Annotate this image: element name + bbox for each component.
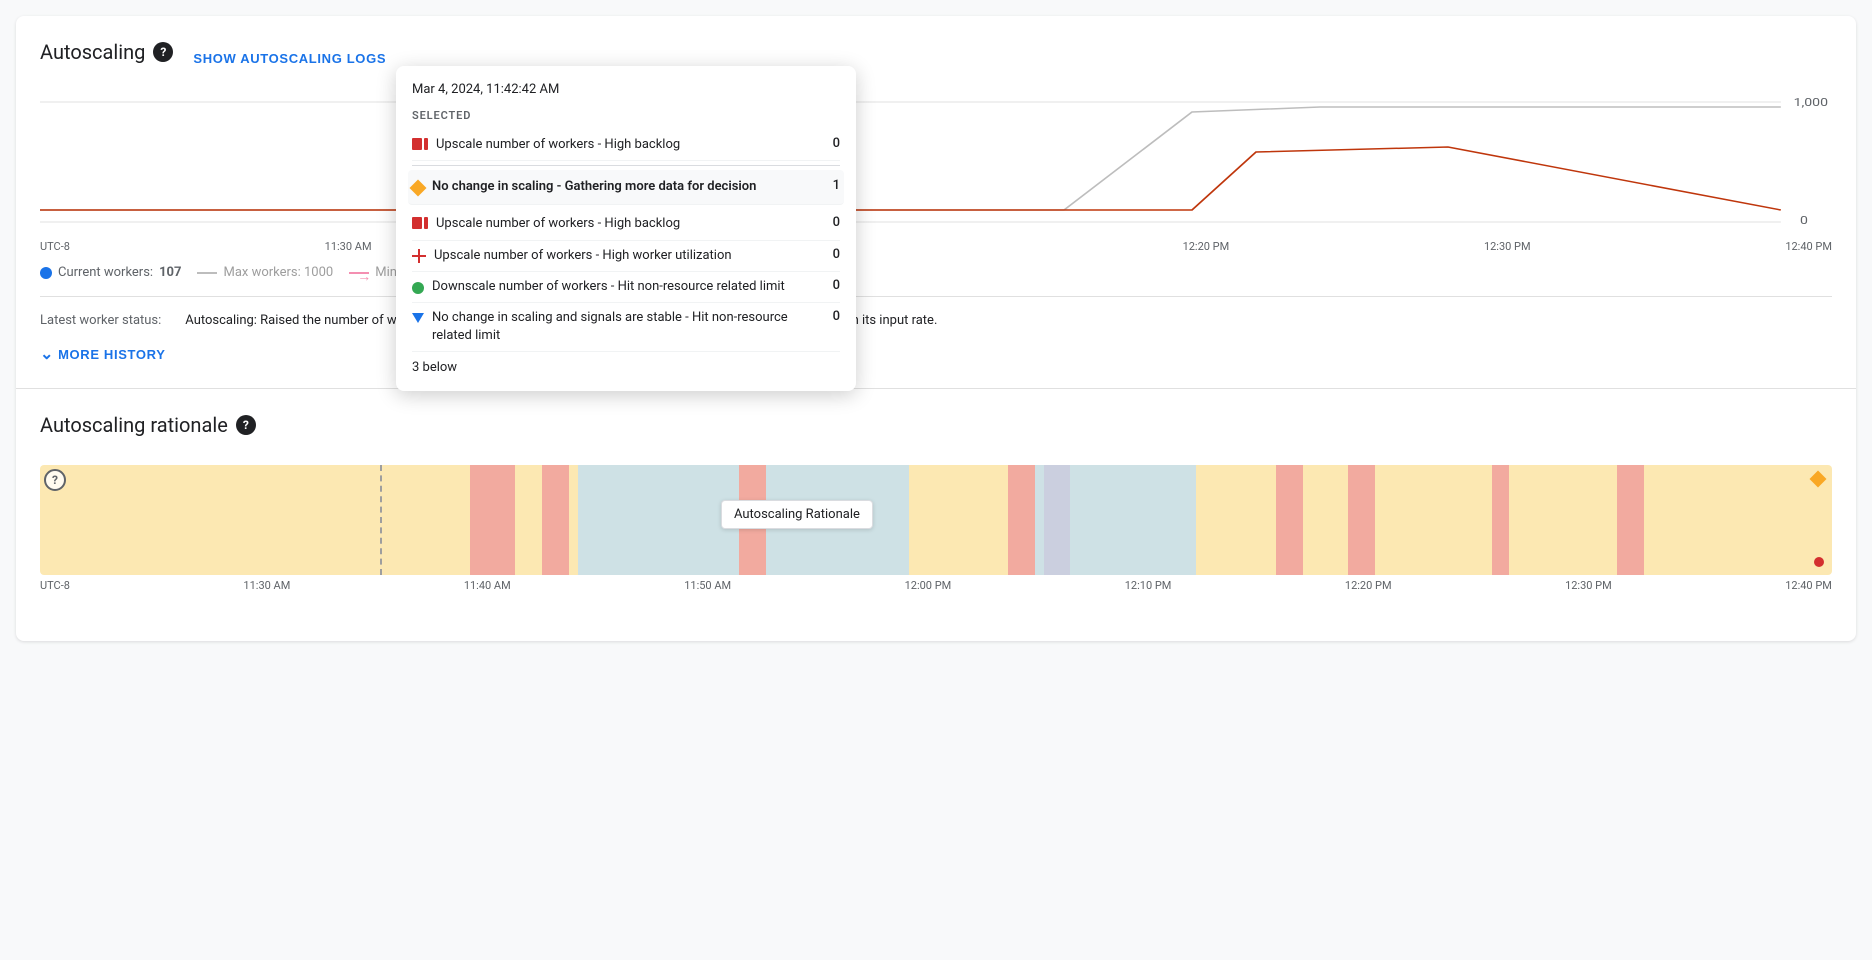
- tooltip-row-6: No change in scaling and signals are sta…: [412, 303, 840, 352]
- rationale-chart-area: ?: [40, 465, 1832, 625]
- status-section: Latest worker status: Autoscaling: Raise…: [40, 305, 1832, 336]
- tooltip-label-4: Upscale number of workers - High worker …: [434, 247, 732, 265]
- tooltip-row-4: Upscale number of workers - High worker …: [412, 241, 840, 272]
- dashed-line-1: [380, 465, 382, 575]
- rationale-title: Autoscaling rationale ?: [40, 413, 256, 437]
- tooltip-label-5: Downscale number of workers - Hit non-re…: [432, 278, 785, 296]
- more-history-button[interactable]: ⌄ MORE HISTORY: [40, 336, 166, 372]
- current-workers-label: Current workers:: [58, 265, 153, 280]
- x-label-utc: UTC-8: [40, 240, 70, 253]
- rationale-x-labels: UTC-8 11:30 AM 11:40 AM 11:50 AM 12:00 P…: [40, 575, 1832, 596]
- blue-bar-3: [1035, 465, 1196, 575]
- orange-diamond-icon: [410, 180, 427, 197]
- rationale-help-icon[interactable]: ?: [236, 415, 256, 435]
- rx-1150: 11:50 AM: [684, 579, 731, 592]
- autoscaling-chart-wrapper: 1,000 0 UTC-8 11:30 AM 11:40 AM 12:20 PM…: [40, 92, 1832, 257]
- tooltip-selected-label: SELECTED: [412, 109, 840, 122]
- chevron-down-icon: ⌄: [40, 344, 54, 364]
- current-workers-dot: [40, 267, 52, 279]
- rx-1230: 12:30 PM: [1565, 579, 1612, 592]
- rx-1240: 12:40 PM: [1785, 579, 1832, 592]
- legend-max-workers: Max workers: 1000: [197, 265, 333, 280]
- current-workers-value: 107: [159, 265, 181, 280]
- rationale-tooltip-label: Autoscaling Rationale: [721, 500, 873, 529]
- red-bar-6: [1276, 465, 1303, 575]
- rationale-section: Autoscaling rationale ? ?: [16, 388, 1856, 641]
- tooltip-row-5: Downscale number of workers - Hit non-re…: [412, 272, 840, 303]
- x-label-1230pm: 12:30 PM: [1484, 240, 1531, 253]
- autoscaling-title: Autoscaling ?: [40, 40, 173, 64]
- tooltip-label-1: Upscale number of workers - High backlog: [436, 136, 680, 154]
- red-bar-1: [470, 465, 515, 575]
- legend-current-workers: Current workers: 107: [40, 265, 181, 280]
- rx-1130: 11:30 AM: [243, 579, 290, 592]
- tooltip-value-highlighted: 1: [820, 178, 840, 193]
- rationale-orange-diamond: [1810, 471, 1827, 488]
- chart-x-labels: UTC-8 11:30 AM 11:40 AM 12:20 PM 12:30 P…: [40, 236, 1832, 257]
- min-workers-line: →: [349, 272, 369, 274]
- tooltip-row-left-highlighted: No change in scaling - Gathering more da…: [412, 178, 812, 196]
- latest-status-label: Latest worker status:: [40, 313, 161, 328]
- tooltip-more: 3 below: [412, 352, 840, 375]
- tooltip-value-4: 0: [820, 247, 840, 262]
- max-workers-line: [197, 272, 217, 274]
- section-divider: [40, 296, 1832, 297]
- red-bar-7: [1348, 465, 1375, 575]
- tooltip-row-1: Upscale number of workers - High backlog…: [412, 130, 840, 161]
- rx-1140: 11:40 AM: [464, 579, 511, 592]
- show-autoscaling-logs-button[interactable]: SHOW AUTOSCALING LOGS: [185, 47, 394, 70]
- x-label-1130: 11:30 AM: [325, 240, 372, 253]
- tooltip-value-1: 0: [820, 136, 840, 151]
- tooltip-row-left-5: Downscale number of workers - Hit non-re…: [412, 278, 812, 296]
- tooltip-label-3: Upscale number of workers - High backlog: [436, 215, 680, 233]
- blue-bar-1: [578, 465, 739, 575]
- tooltip-separator: [412, 165, 840, 166]
- max-workers-label: Max workers: 1000: [223, 265, 333, 280]
- svg-text:1,000: 1,000: [1794, 96, 1828, 109]
- tooltip-row-highlighted: No change in scaling - Gathering more da…: [408, 170, 844, 205]
- tooltip-label-highlighted: No change in scaling - Gathering more da…: [432, 178, 756, 196]
- tooltip-row-left-4: Upscale number of workers - High worker …: [412, 247, 812, 265]
- tooltip-value-5: 0: [820, 278, 840, 293]
- tooltip-timestamp: Mar 4, 2024, 11:42:42 AM: [412, 82, 840, 97]
- autoscaling-section: Autoscaling ? SHOW AUTOSCALING LOGS 1,00: [16, 16, 1856, 388]
- red-bar-4: [1008, 465, 1035, 575]
- autoscaling-tooltip: Mar 4, 2024, 11:42:42 AM SELECTED Upscal…: [396, 66, 856, 391]
- rationale-red-dot: [1814, 557, 1824, 567]
- rx-1210: 12:10 PM: [1125, 579, 1172, 592]
- red-cross-icon: [412, 249, 426, 263]
- red-bar-9: [1617, 465, 1644, 575]
- x-label-1240pm: 12:40 PM: [1785, 240, 1832, 253]
- x-label-1220pm: 12:20 PM: [1183, 240, 1230, 253]
- tooltip-value-6: 0: [820, 309, 840, 324]
- red-bar-2: [542, 465, 569, 575]
- rx-1200: 12:00 PM: [905, 579, 952, 592]
- rationale-bars: ?: [40, 465, 1832, 575]
- red-bar-icon-2: [412, 217, 428, 229]
- chart-legend: Current workers: 107 Max workers: 1000 →…: [40, 257, 1832, 288]
- autoscaling-help-icon[interactable]: ?: [153, 42, 173, 62]
- tooltip-row-3: Upscale number of workers - High backlog…: [412, 209, 840, 240]
- tooltip-value-3: 0: [820, 215, 840, 230]
- green-dot-icon: [412, 282, 424, 294]
- tooltip-row-left-6: No change in scaling and signals are sta…: [412, 309, 812, 345]
- autoscaling-chart: 1,000 0: [40, 92, 1832, 232]
- rationale-question-icon: ?: [44, 469, 66, 491]
- tooltip-row-left-1: Upscale number of workers - High backlog: [412, 136, 812, 154]
- red-bar-8: [1492, 465, 1510, 575]
- red-bar-upscale-icon: [412, 138, 428, 150]
- tooltip-label-6: No change in scaling and signals are sta…: [432, 309, 812, 345]
- blue-triangle-icon: [412, 313, 424, 323]
- main-container: Autoscaling ? SHOW AUTOSCALING LOGS 1,00: [16, 16, 1856, 641]
- rx-1220: 12:20 PM: [1345, 579, 1392, 592]
- rx-utc: UTC-8: [40, 579, 70, 592]
- tooltip-row-left-3: Upscale number of workers - High backlog: [412, 215, 812, 233]
- svg-text:0: 0: [1800, 214, 1808, 227]
